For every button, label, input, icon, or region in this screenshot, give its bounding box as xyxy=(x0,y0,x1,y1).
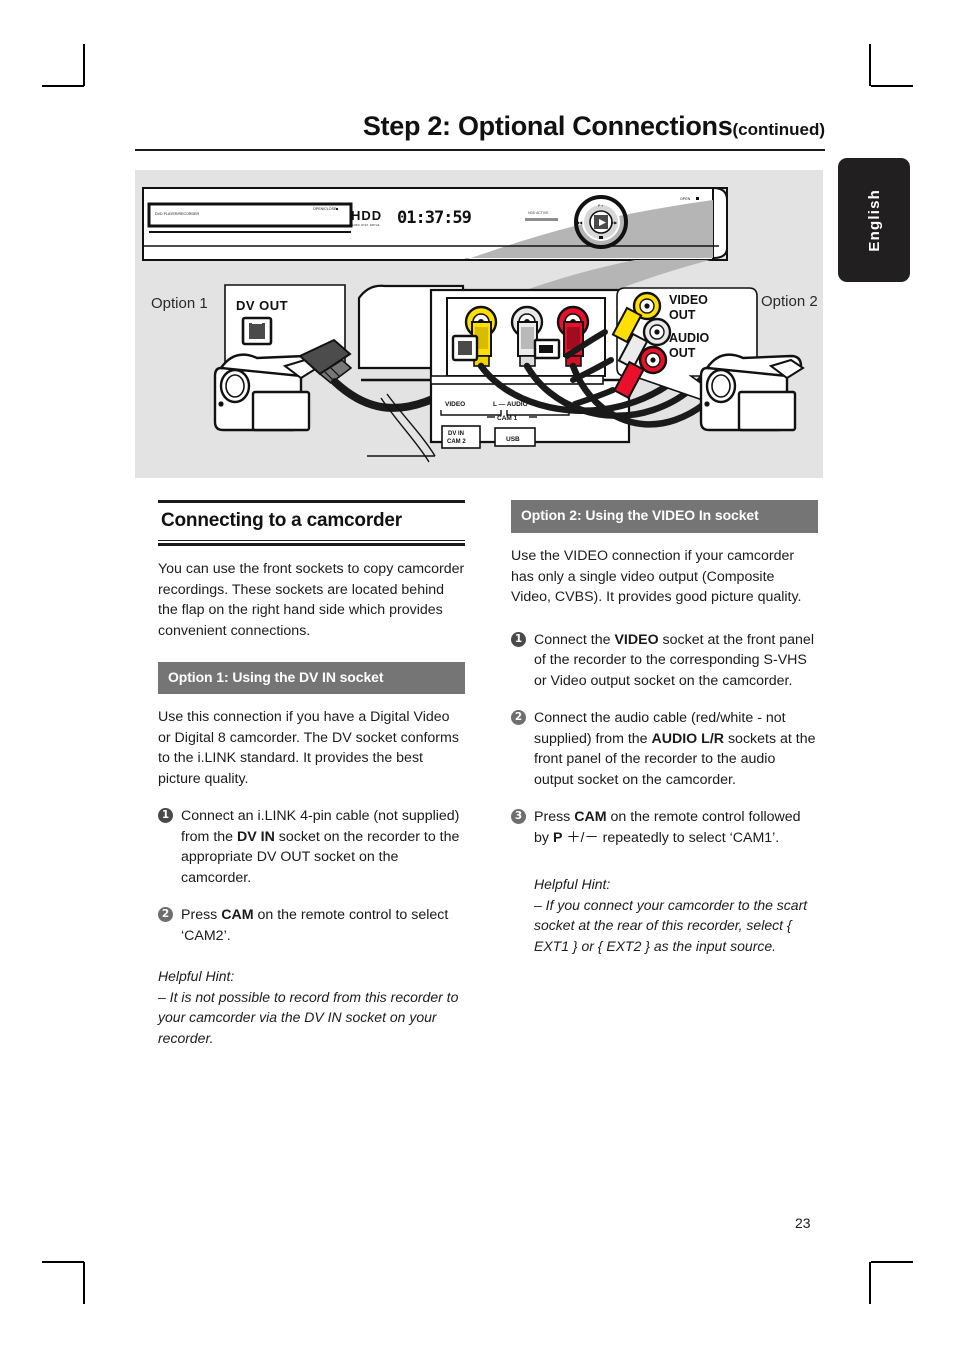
crop-mark-bottom-right-horizontal xyxy=(871,1261,913,1263)
figure-option2-label: Option 2 xyxy=(761,293,818,310)
manual-page: Step 2: Optional Connections(continued) … xyxy=(0,0,954,1347)
svg-text:DVD PLAYER/RECORDER: DVD PLAYER/RECORDER xyxy=(155,212,199,216)
step-text-bold: VIDEO xyxy=(614,631,659,648)
section-title: Connecting to a camcorder xyxy=(161,510,402,531)
step-text-bold: DV IN xyxy=(236,828,275,845)
step-number: 1 xyxy=(511,631,526,647)
svg-text:OUT: OUT xyxy=(669,346,696,360)
page-title-continued: (continued) xyxy=(732,120,825,139)
helpful-hint-body: – It is not possible to record from this… xyxy=(158,988,459,1046)
option-2-steps: 1 Connect the VIDEO socket at the front p… xyxy=(511,630,818,849)
svg-text:USB: USB xyxy=(506,436,520,443)
svg-text:DV OUT: DV OUT xyxy=(236,298,288,313)
crop-mark-bottom-left-vertical xyxy=(83,1262,85,1304)
option-2-intro: Use the VIDEO connection if your camcord… xyxy=(511,548,802,605)
svg-text:AUDIO: AUDIO xyxy=(669,331,710,345)
svg-text:HARD DISK DRIVE: HARD DISK DRIVE xyxy=(351,223,380,227)
right-column: Option 2: Using the VIDEO In socket Use … xyxy=(511,500,818,956)
section-rule-bottom xyxy=(158,543,465,546)
svg-text:CAM 2: CAM 2 xyxy=(447,439,466,445)
language-tab-label: English xyxy=(865,188,883,252)
step-text-pre: Press xyxy=(181,907,222,923)
step-text-pre: Press xyxy=(534,809,575,825)
crop-mark-top-right-horizontal xyxy=(871,85,913,87)
section-rule-mid xyxy=(158,540,465,541)
step-text-bold-2: P xyxy=(552,829,563,846)
crop-mark-bottom-left-horizontal xyxy=(42,1261,84,1263)
svg-text:▶▶: ▶▶ xyxy=(611,220,618,225)
step-number: 2 xyxy=(511,710,526,725)
page-number: 23 xyxy=(795,1215,811,1231)
crop-mark-top-left-vertical xyxy=(83,44,85,86)
recorder-front-panel: DVD PLAYER/RECORDER OPEN/CLOSE HDD HARD … xyxy=(142,186,728,261)
svg-text:HDD ACTIVE: HDD ACTIVE xyxy=(528,211,549,215)
page-header: Step 2: Optional Connections(continued) xyxy=(135,111,825,151)
connection-diagram: DVD PLAYER/RECORDER OPEN/CLOSE HDD HARD … xyxy=(135,170,823,478)
list-item: 2 Connect the audio cable (red/white - no… xyxy=(511,708,818,790)
step-text-pre: Connect the xyxy=(534,631,615,648)
svg-text:DV IN: DV IN xyxy=(448,431,464,437)
svg-text:P +: P + xyxy=(598,204,603,208)
svg-text:VIDEO: VIDEO xyxy=(445,401,465,408)
svg-text:VIDEO: VIDEO xyxy=(669,293,708,307)
step-number: 3 xyxy=(511,809,526,824)
language-tab-english: English xyxy=(838,158,910,282)
list-item: 1 Connect the VIDEO socket at the front p… xyxy=(511,630,818,692)
option-1-header: Option 1: Using the DV IN socket xyxy=(158,662,465,694)
step-text-bold: AUDIO L/R xyxy=(651,730,725,747)
step-text-bold: CAM xyxy=(221,907,254,923)
figure-option1-label: Option 1 xyxy=(151,295,208,312)
camcorder-left xyxy=(213,353,319,432)
svg-text:01:37:59: 01:37:59 xyxy=(397,208,472,228)
list-item: 2 Press CAM on the remote control to sele… xyxy=(158,905,465,946)
option-1-intro: Use this connection if you have a Digita… xyxy=(158,709,459,787)
option-2-header: Option 2: Using the VIDEO In socket xyxy=(511,500,818,533)
helpful-hint: Helpful Hint: – If you connect your camc… xyxy=(511,874,818,956)
svg-text:OPEN/CLOSE: OPEN/CLOSE xyxy=(313,207,337,211)
svg-text:◀◀: ◀◀ xyxy=(576,220,583,225)
svg-text:HDD: HDD xyxy=(351,208,382,223)
left-column: Connecting to a camcorder You can use th… xyxy=(158,500,465,1048)
step-text-bold: CAM xyxy=(574,809,607,825)
intro-paragraph: You can use the front sockets to copy ca… xyxy=(158,561,465,639)
step-text-post-2: ＋/－ repeatedly to select ‘CAM1’. xyxy=(562,829,780,846)
helpful-hint-title: Helpful Hint: xyxy=(534,876,611,892)
crop-mark-bottom-right-vertical xyxy=(869,1262,871,1304)
helpful-hint-title: Helpful Hint: xyxy=(158,968,235,984)
svg-text:OUT: OUT xyxy=(669,308,696,322)
crop-mark-top-right-vertical xyxy=(869,44,871,86)
option-1-steps: 1 Connect an i.LINK 4-pin cable (not supp… xyxy=(158,806,465,946)
helpful-hint: Helpful Hint: – It is not possible to re… xyxy=(158,966,465,1048)
page-title: Step 2: Optional Connections(continued) xyxy=(135,111,825,142)
crop-mark-top-left-horizontal xyxy=(42,85,84,87)
step-number: 1 xyxy=(158,808,173,823)
svg-text:OPEN: OPEN xyxy=(680,197,691,201)
svg-text:CAM 1: CAM 1 xyxy=(497,415,518,422)
list-item: 1 Connect an i.LINK 4-pin cable (not supp… xyxy=(158,806,465,888)
camcorder-right xyxy=(699,353,805,432)
page-title-text: Step 2: Optional Connections xyxy=(362,111,733,141)
list-item: 3 Press CAM on the remote control followe… xyxy=(511,807,818,848)
step-number: 2 xyxy=(158,907,173,922)
header-divider xyxy=(135,148,825,151)
helpful-hint-body: – If you connect your camcorder to the s… xyxy=(534,896,808,954)
